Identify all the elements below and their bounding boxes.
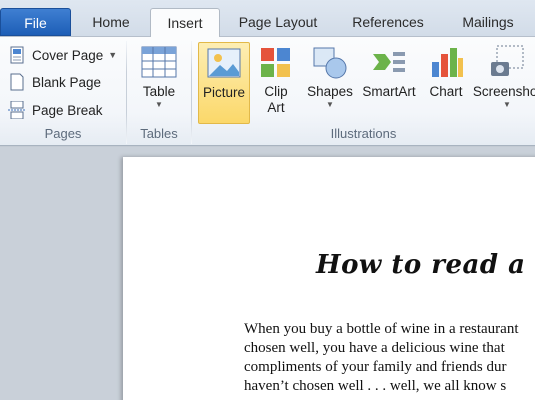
blank-page-button[interactable]: Blank Page: [8, 70, 101, 94]
chevron-down-icon: ▼: [503, 100, 511, 109]
tables-group-label: Tables: [140, 126, 178, 141]
table-button[interactable]: Table ▼: [132, 42, 186, 124]
picture-label: Picture: [202, 85, 246, 100]
shapes-button[interactable]: Shapes ▼: [304, 42, 356, 124]
illustrations-group-label: Illustrations: [330, 126, 397, 141]
chevron-down-icon: ▼: [108, 50, 118, 60]
clip-art-label-line2: Art: [267, 100, 285, 115]
chart-label: Chart: [429, 84, 463, 99]
shapes-label: Shapes: [307, 84, 353, 99]
shapes-icon: [312, 44, 348, 80]
pages-group-label: Pages: [44, 126, 82, 141]
ribbon-tab-bar: File Home Insert Page Layout References …: [0, 0, 535, 38]
page-break-label: Page Break: [32, 102, 103, 118]
chevron-down-icon: ▼: [326, 100, 334, 109]
picture-icon: [206, 45, 242, 81]
tab-references[interactable]: References: [343, 8, 433, 37]
smartart-label: SmartArt: [362, 84, 416, 99]
page-break-button[interactable]: Page Break: [8, 98, 103, 122]
cover-page-icon: [8, 46, 26, 64]
document-body[interactable]: When you buy a bottle of wine in a resta…: [244, 320, 535, 396]
tab-file[interactable]: File: [0, 8, 71, 36]
table-icon: [141, 44, 177, 80]
clip-art-button[interactable]: Clip Art: [255, 42, 297, 124]
smartart-button[interactable]: SmartArt: [358, 42, 420, 124]
screenshot-icon: [489, 44, 525, 80]
picture-button[interactable]: Picture: [198, 42, 250, 124]
tab-home[interactable]: Home: [80, 8, 142, 37]
table-label: Table: [142, 84, 176, 99]
chevron-down-icon: ▼: [155, 100, 163, 109]
clip-art-label-line1: Clip: [264, 84, 288, 99]
blank-page-icon: [8, 73, 26, 91]
tab-mailings[interactable]: Mailings: [448, 8, 528, 37]
document-title[interactable]: How to read a: [316, 250, 525, 280]
screenshot-button[interactable]: Screenshot ▼: [472, 42, 535, 124]
tab-page-layout[interactable]: Page Layout: [228, 8, 328, 37]
chart-button[interactable]: Chart: [424, 42, 468, 124]
blank-page-label: Blank Page: [32, 74, 102, 90]
screenshot-label: Screenshot: [472, 84, 535, 99]
ribbon-insert: Cover Page ▼ Blank Page Page Break Pages…: [0, 37, 535, 146]
body-line: chosen well, you have a delicious wine t…: [244, 340, 505, 356]
tab-insert[interactable]: Insert: [150, 8, 220, 38]
body-line: haven’t chosen well . . . well, we all k…: [244, 378, 507, 394]
page-break-icon: [8, 100, 26, 120]
cover-page-button[interactable]: Cover Page ▼: [8, 43, 117, 67]
clip-art-icon: [258, 44, 294, 80]
cover-page-label: Cover Page: [32, 47, 104, 63]
chart-icon: [428, 44, 464, 80]
smartart-icon: [371, 44, 407, 80]
body-line: When you buy a bottle of wine in a resta…: [244, 321, 519, 337]
body-line: compliments of your family and friends d…: [244, 359, 507, 375]
